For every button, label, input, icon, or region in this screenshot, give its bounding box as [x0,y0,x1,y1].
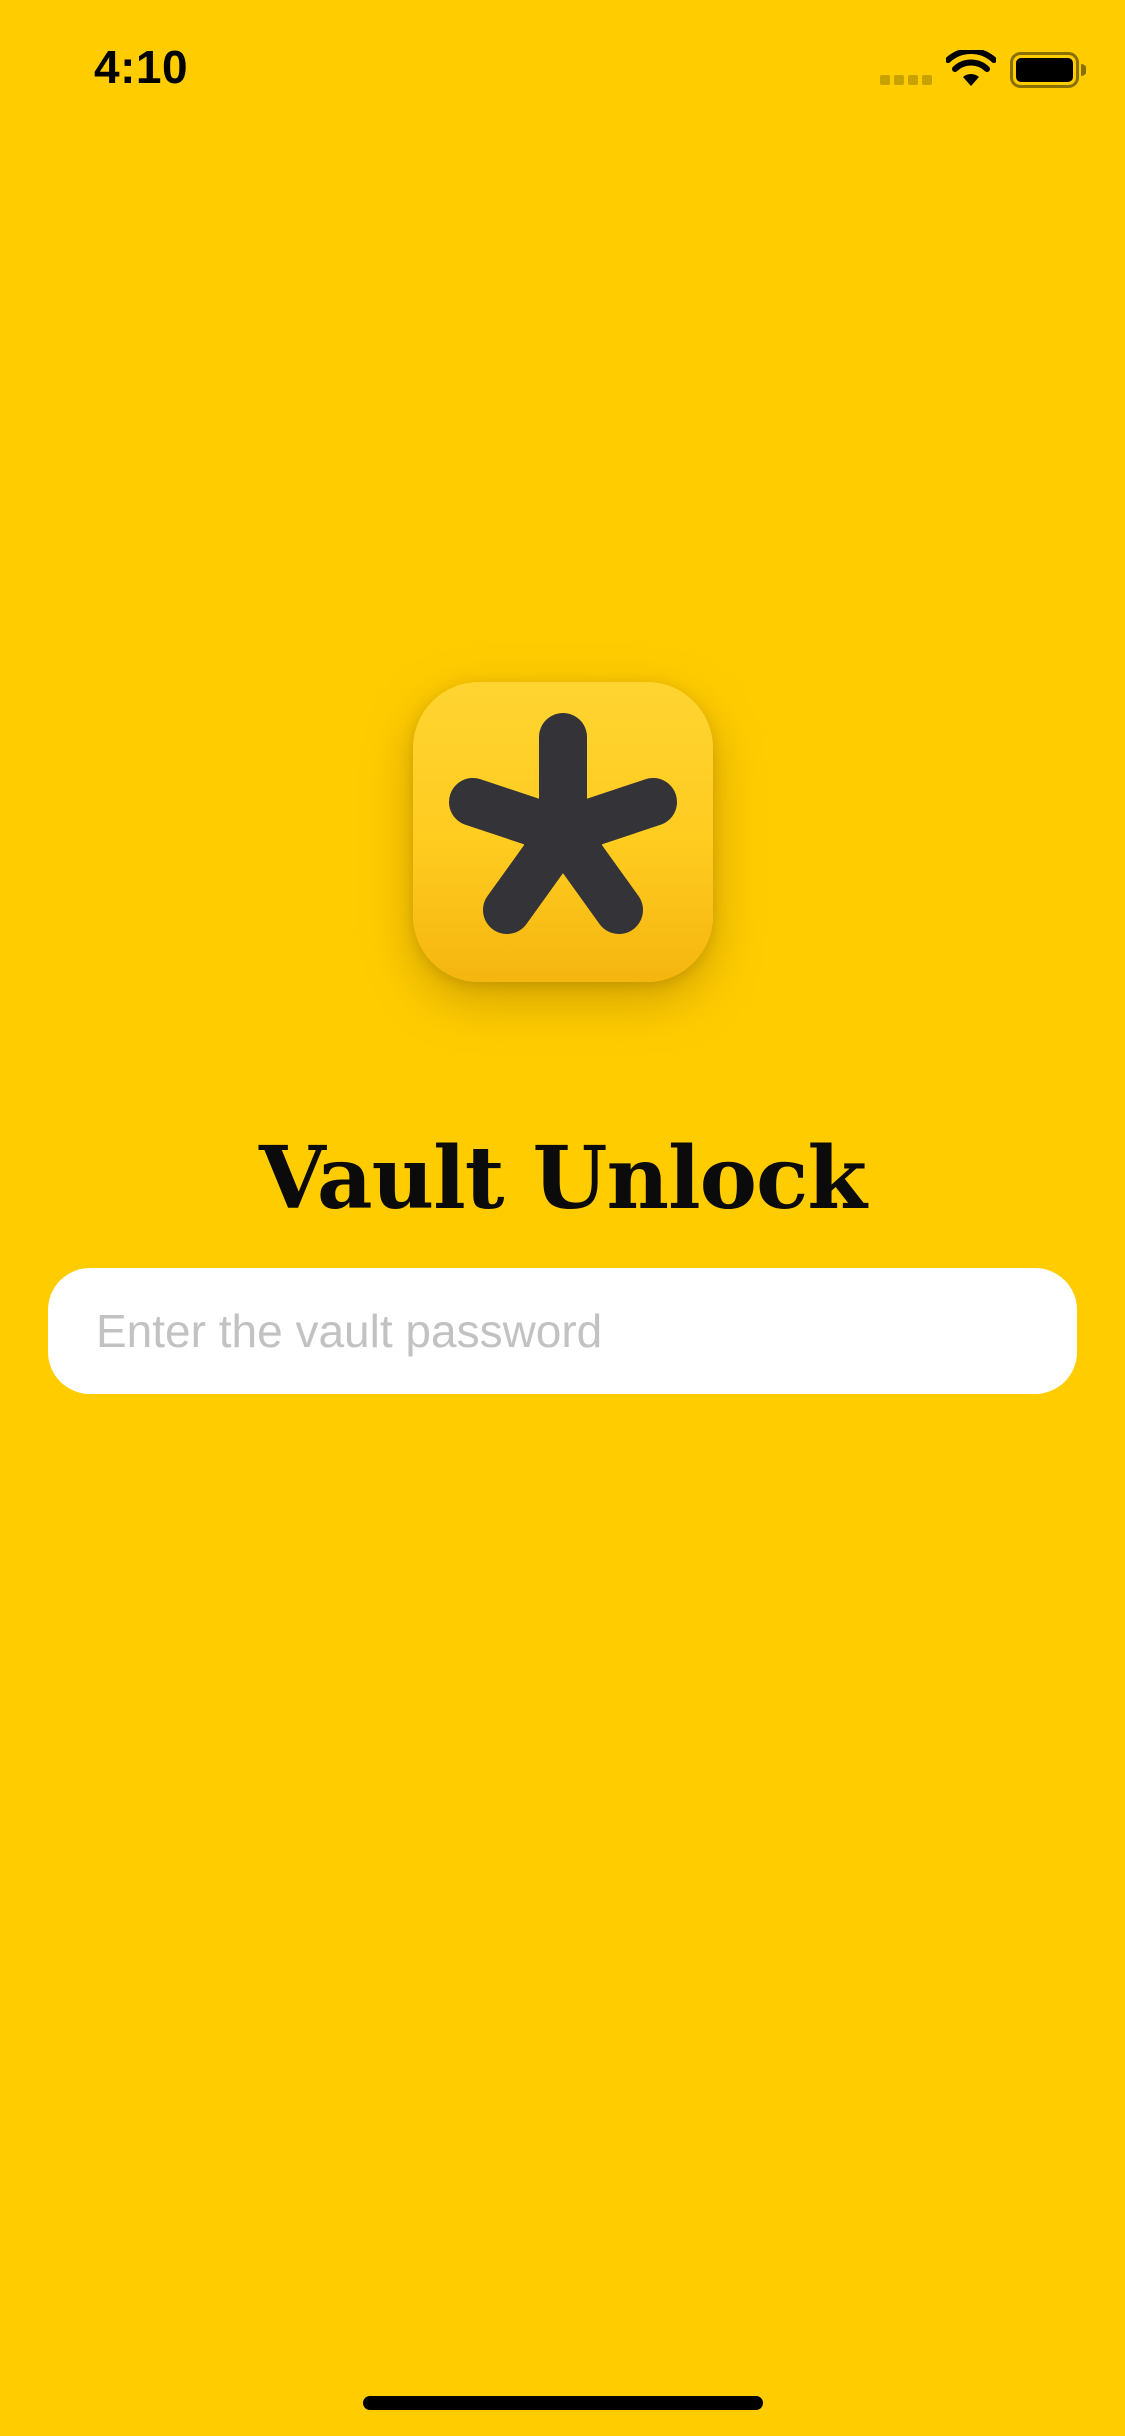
password-field[interactable] [48,1268,1077,1394]
home-indicator[interactable] [363,2396,763,2410]
asterisk-icon [449,713,677,934]
app-logo [413,682,713,982]
battery-icon [1010,52,1086,88]
status-time: 4:10 [94,41,189,93]
status-bar: 4:10 [0,0,1125,132]
page-title: Vault Unlock [259,1128,867,1229]
signal-icon [880,75,932,85]
wifi-icon [946,50,996,86]
